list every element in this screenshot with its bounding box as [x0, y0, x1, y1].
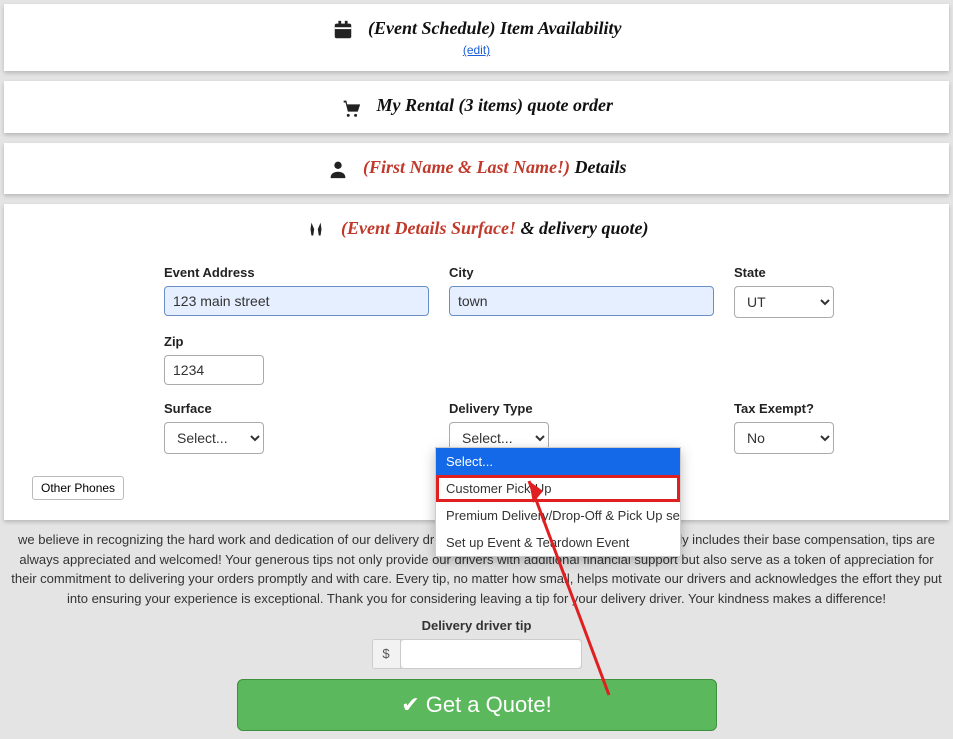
tip-input-group: $	[372, 639, 582, 669]
customer-panel: (First Name & Last Name!) Details	[4, 143, 949, 194]
availability-title-prefix: (Event Schedule)	[368, 18, 496, 38]
other-phones-button[interactable]: Other Phones	[32, 476, 124, 500]
zip-input[interactable]	[164, 355, 264, 385]
availability-header: (Event Schedule) Item Availability (edit…	[4, 4, 949, 71]
surface-select[interactable]: Select...	[164, 422, 264, 454]
rental-title-prefix: My Rental	[376, 95, 458, 115]
cheers-icon	[305, 218, 327, 241]
delivery-dropdown-list: Select... Customer Pick-Up Premium Deliv…	[435, 447, 681, 557]
tax-label: Tax Exempt?	[734, 401, 882, 416]
rental-header[interactable]: My Rental (3 items) quote order	[4, 81, 949, 132]
currency-symbol: $	[373, 640, 401, 668]
delivery-label: Delivery Type	[449, 401, 714, 416]
zip-label: Zip	[164, 334, 429, 349]
city-label: City	[449, 265, 714, 280]
state-label: State	[734, 265, 882, 280]
address-input[interactable]	[164, 286, 429, 316]
calendar-icon	[332, 18, 354, 41]
delivery-option-pickup[interactable]: Customer Pick-Up	[436, 475, 680, 502]
tip-input[interactable]	[401, 640, 581, 668]
tip-label: Delivery driver tip	[0, 618, 953, 633]
address-label: Event Address	[164, 265, 429, 280]
customer-header[interactable]: (First Name & Last Name!) Details	[4, 143, 949, 194]
event-panel: (Event Details Surface! & delivery quote…	[4, 204, 949, 520]
event-title-prefix: (Event Details Surface!	[341, 218, 516, 238]
get-quote-button[interactable]: ✔ Get a Quote!	[237, 679, 717, 731]
availability-title-rest: Item Availability	[496, 18, 622, 38]
rental-title-count: (3 items)	[459, 95, 524, 115]
customer-title-prefix: (First Name & Last Name!)	[363, 157, 570, 177]
delivery-option-select[interactable]: Select...	[436, 448, 680, 475]
event-form-body: Event Address City State UT Zip	[4, 255, 949, 520]
user-icon	[327, 157, 349, 180]
cart-icon	[340, 96, 362, 119]
tax-select[interactable]: No	[734, 422, 834, 454]
rental-panel: My Rental (3 items) quote order	[4, 81, 949, 132]
event-title-rest: & delivery quote)	[516, 218, 648, 238]
city-input[interactable]	[449, 286, 714, 316]
check-icon: ✔	[401, 692, 419, 717]
edit-link[interactable]: (edit)	[12, 43, 941, 57]
customer-title-rest: Details	[570, 157, 627, 177]
event-header: (Event Details Surface! & delivery quote…	[4, 204, 949, 255]
availability-panel: (Event Schedule) Item Availability (edit…	[4, 4, 949, 71]
delivery-option-setup[interactable]: Set up Event & Teardown Event	[436, 529, 680, 556]
quote-button-label: Get a Quote!	[426, 692, 552, 717]
state-select[interactable]: UT	[734, 286, 834, 318]
delivery-option-premium[interactable]: Premium Delivery/Drop-Off & Pick Up serv…	[436, 502, 680, 529]
surface-label: Surface	[164, 401, 429, 416]
rental-title-rest: quote order	[523, 95, 613, 115]
